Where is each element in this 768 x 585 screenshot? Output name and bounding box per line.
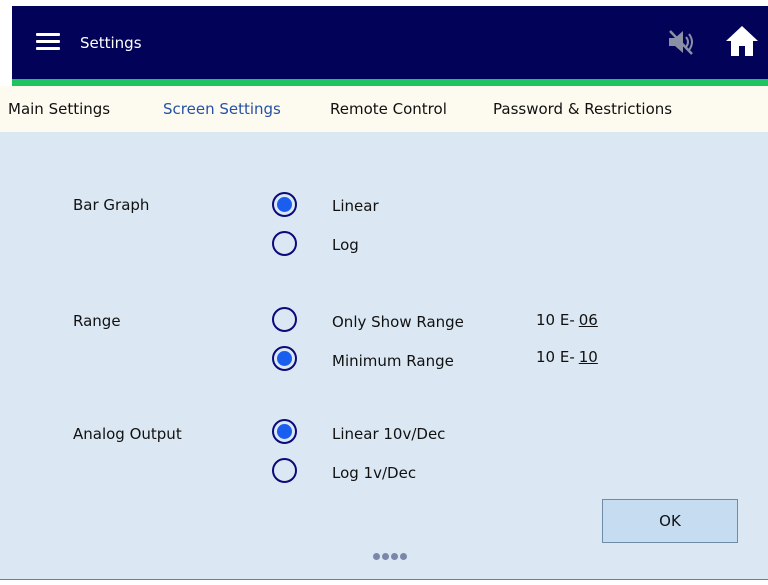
title-bar: Settings xyxy=(12,6,768,79)
only-show-range-label: Only Show Range xyxy=(332,313,464,331)
only-show-range-exponent-value[interactable]: 06 xyxy=(579,311,598,329)
accent-bar xyxy=(12,79,768,86)
minimum-range-radio[interactable] xyxy=(272,346,297,371)
page-dot xyxy=(382,553,389,560)
bar-graph-linear-radio[interactable] xyxy=(272,192,297,217)
home-icon[interactable] xyxy=(724,23,760,59)
tab-bar: Main Settings Screen Settings Remote Con… xyxy=(0,86,768,132)
analog-log-label: Log 1v/Dec xyxy=(332,464,417,482)
range-label: Range xyxy=(73,312,121,330)
page-dot xyxy=(391,553,398,560)
bar-graph-log-radio[interactable] xyxy=(272,231,297,256)
analog-linear-radio[interactable] xyxy=(272,419,297,444)
page-indicator xyxy=(373,545,409,560)
page-title: Settings xyxy=(80,34,142,52)
hamburger-menu-icon[interactable] xyxy=(36,31,60,51)
bar-graph-linear-label: Linear xyxy=(332,197,379,215)
only-show-range-exponent: 10 E- 06 xyxy=(536,311,598,329)
bar-graph-log-label: Log xyxy=(332,236,359,254)
only-show-range-radio[interactable] xyxy=(272,307,297,332)
analog-linear-label: Linear 10v/Dec xyxy=(332,425,446,443)
ok-button[interactable]: OK xyxy=(602,499,738,543)
minimum-range-label: Minimum Range xyxy=(332,352,454,370)
bottom-divider xyxy=(0,579,768,585)
tab-remote-control[interactable]: Remote Control xyxy=(330,100,447,118)
analog-output-label: Analog Output xyxy=(73,425,182,443)
exponent-prefix: 10 E- xyxy=(536,311,575,329)
tab-screen-settings[interactable]: Screen Settings xyxy=(163,100,281,118)
analog-log-radio[interactable] xyxy=(272,458,297,483)
bar-graph-label: Bar Graph xyxy=(73,196,150,214)
tab-password-restrictions[interactable]: Password & Restrictions xyxy=(493,100,672,118)
page-dot xyxy=(400,553,407,560)
page-dot xyxy=(373,553,380,560)
minimum-range-exponent: 10 E- 10 xyxy=(536,348,598,366)
tab-main-settings[interactable]: Main Settings xyxy=(8,100,110,118)
minimum-range-exponent-value[interactable]: 10 xyxy=(579,348,598,366)
speaker-muted-icon[interactable] xyxy=(666,28,698,56)
exponent-prefix: 10 E- xyxy=(536,348,575,366)
